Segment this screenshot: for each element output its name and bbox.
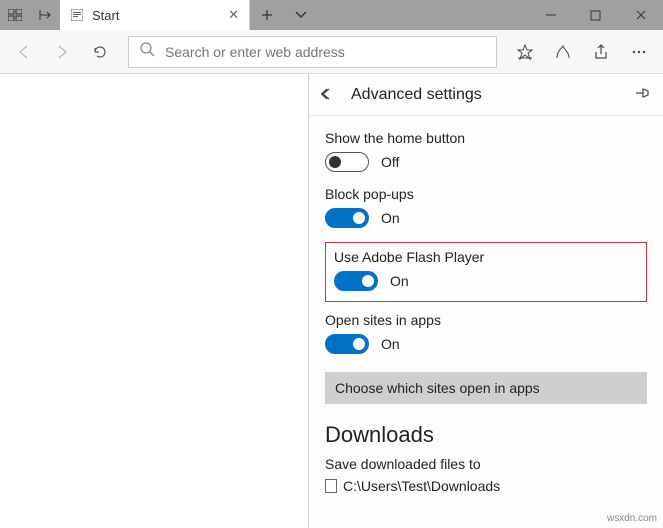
flash-highlight-box: Use Adobe Flash Player On: [325, 242, 647, 302]
toggle-state-text: On: [381, 336, 400, 352]
settings-panel: Advanced settings Show the home button O…: [308, 74, 663, 528]
tab-title: Start: [92, 8, 220, 23]
panel-header: Advanced settings: [309, 74, 663, 116]
back-button[interactable]: [6, 34, 42, 70]
downloads-save-label: Save downloaded files to: [325, 456, 647, 472]
forward-button[interactable]: [44, 34, 80, 70]
browser-toolbar: [0, 30, 663, 74]
new-tab-button[interactable]: [250, 0, 284, 30]
setting-label: Block pop-ups: [325, 186, 647, 202]
close-tab-icon[interactable]: ✕: [228, 7, 239, 23]
window-titlebar: Start ✕: [0, 0, 663, 30]
more-button[interactable]: [621, 34, 657, 70]
window-maximize-button[interactable]: [573, 0, 618, 30]
address-bar[interactable]: [128, 36, 497, 68]
search-icon: [139, 41, 155, 62]
setting-label: Open sites in apps: [325, 312, 647, 328]
refresh-button[interactable]: [82, 34, 118, 70]
toggle-state-text: On: [381, 210, 400, 226]
pin-icon[interactable]: [635, 86, 651, 103]
watermark-text: wsxdn.com: [607, 513, 657, 524]
tab-menu-chevron-icon[interactable]: [284, 0, 318, 30]
favorites-button[interactable]: [507, 34, 543, 70]
set-aside-icon[interactable]: [30, 0, 60, 30]
setting-flash: Use Adobe Flash Player On: [334, 249, 638, 291]
share-button[interactable]: [583, 34, 619, 70]
page-content: Advanced settings Show the home button O…: [0, 74, 663, 528]
folder-icon: [325, 479, 337, 493]
open-in-apps-toggle[interactable]: [325, 334, 369, 354]
browser-tab[interactable]: Start ✕: [60, 0, 250, 30]
setting-open-in-apps: Open sites in apps On: [325, 312, 647, 354]
setting-block-popups: Block pop-ups On: [325, 186, 647, 228]
downloads-path: C:\Users\Test\Downloads: [343, 478, 500, 494]
window-close-button[interactable]: [618, 0, 663, 30]
setting-label: Use Adobe Flash Player: [334, 249, 638, 265]
downloads-path-row: C:\Users\Test\Downloads: [325, 478, 647, 494]
reading-list-button[interactable]: [545, 34, 581, 70]
toggle-state-text: Off: [381, 154, 399, 170]
setting-home-button: Show the home button Off: [325, 130, 647, 172]
back-chevron-icon[interactable]: [321, 87, 339, 103]
tab-favicon-icon: [70, 8, 84, 22]
address-input[interactable]: [165, 44, 486, 60]
choose-sites-button[interactable]: Choose which sites open in apps: [325, 372, 647, 404]
setting-label: Show the home button: [325, 130, 647, 146]
window-minimize-button[interactable]: [528, 0, 573, 30]
block-popups-toggle[interactable]: [325, 208, 369, 228]
home-button-toggle[interactable]: [325, 152, 369, 172]
panel-body: Show the home button Off Block pop-ups O…: [309, 116, 663, 528]
taskview-icon[interactable]: [0, 0, 30, 30]
toggle-state-text: On: [390, 273, 409, 289]
panel-title: Advanced settings: [351, 86, 623, 104]
downloads-heading: Downloads: [325, 422, 647, 448]
flash-toggle[interactable]: [334, 271, 378, 291]
